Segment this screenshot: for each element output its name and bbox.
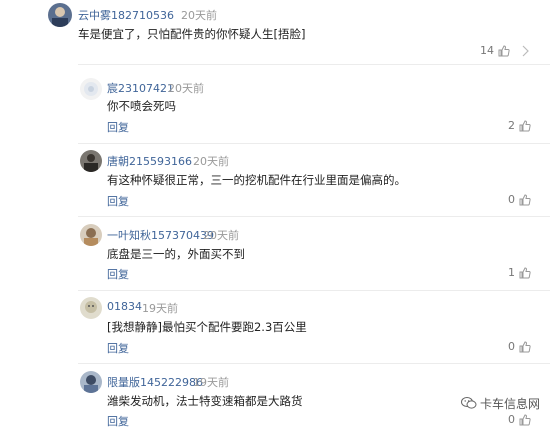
reply-time: 20天前	[168, 82, 204, 95]
comment-time: 20天前	[181, 9, 217, 22]
divider	[78, 290, 550, 291]
reply-time: 19天前	[193, 376, 229, 389]
divider	[78, 363, 550, 364]
like-count: 1	[508, 266, 515, 279]
divider	[78, 64, 550, 65]
reply-text: 底盘是三一的，外面买不到	[107, 247, 245, 261]
reply-username[interactable]: 唐朝215593166	[107, 153, 192, 169]
comment-text: 车是便宜了，只怕配件贵的你怀疑人生[捂脸]	[78, 27, 306, 41]
reply-text: 有这种怀疑很正常，三一的挖机配件在行业里面是偏高的。	[107, 173, 406, 187]
wechat-icon	[460, 397, 477, 409]
more-icon[interactable]	[519, 45, 531, 57]
thumbs-up-icon[interactable]	[519, 267, 531, 279]
thumbs-up-icon[interactable]	[519, 341, 531, 353]
avatar[interactable]	[80, 371, 102, 393]
avatar[interactable]	[80, 297, 102, 319]
like-count: 0	[508, 340, 515, 353]
like-count: 0	[508, 193, 515, 206]
thumbs-up-icon[interactable]	[519, 194, 531, 206]
reply-username[interactable]: 宸23107421	[107, 80, 174, 96]
avatar[interactable]	[48, 3, 72, 27]
avatar[interactable]	[80, 150, 102, 172]
reply-button[interactable]: 回复	[107, 413, 129, 429]
avatar[interactable]	[80, 78, 102, 100]
thumbs-up-icon[interactable]	[519, 414, 531, 426]
reply-time: 20天前	[203, 229, 239, 242]
comment-username[interactable]: 云中雾182710536	[78, 7, 174, 23]
watermark: 卡车信息网	[460, 395, 540, 412]
reply-username[interactable]: 一叶知秋157370439	[107, 227, 214, 243]
watermark-text: 卡车信息网	[479, 397, 540, 411]
reply-text: 你不喷会死吗	[107, 99, 176, 113]
like-count: 14	[480, 44, 494, 57]
thumbs-up-icon[interactable]	[519, 120, 531, 132]
reply-button[interactable]: 回复	[107, 340, 129, 356]
reply-button[interactable]: 回复	[107, 266, 129, 282]
divider	[78, 143, 550, 144]
thumbs-up-icon[interactable]	[498, 45, 510, 57]
reply-button[interactable]: 回复	[107, 193, 129, 209]
reply-username[interactable]: 限量版145222986	[107, 374, 203, 390]
like-count: 2	[508, 119, 515, 132]
reply-time: 19天前	[142, 302, 178, 315]
reply-text: 潍柴发动机，法士特变速箱都是大路货	[107, 394, 303, 408]
divider	[78, 216, 550, 217]
reply-username[interactable]: 01834	[107, 300, 142, 313]
reply-time: 20天前	[193, 155, 229, 168]
like-count: 0	[508, 413, 515, 426]
reply-text: [我想静静]最怕买个配件要跑2.3百公里	[107, 320, 307, 334]
avatar[interactable]	[80, 224, 102, 246]
reply-button[interactable]: 回复	[107, 119, 129, 135]
